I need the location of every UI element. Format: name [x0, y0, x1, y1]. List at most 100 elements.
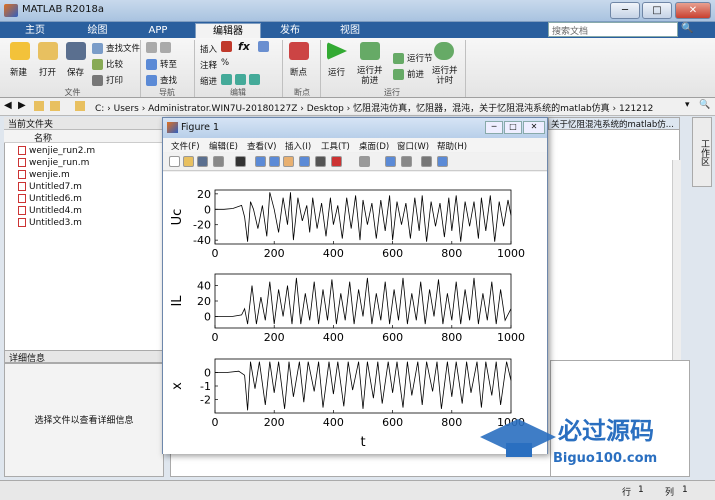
x-tick-label: 800: [441, 247, 462, 260]
figure-close-button[interactable]: ✕: [523, 121, 545, 134]
print-button[interactable]: 打印: [92, 74, 123, 86]
insert-section-icon[interactable]: [221, 41, 235, 52]
figure-menu-item[interactable]: 帮助(H): [437, 140, 467, 152]
zoom-in-icon[interactable]: [255, 156, 266, 167]
file-list-header[interactable]: 名称: [4, 130, 164, 144]
comment-button[interactable]: 注释: [200, 59, 217, 71]
up-folder-icon[interactable]: [34, 101, 44, 111]
back-arrow-icon[interactable]: ◀: [4, 100, 12, 111]
figure-maximize-button[interactable]: □: [504, 121, 522, 134]
save-figure-icon[interactable]: [197, 156, 208, 167]
figure-menu-item[interactable]: 编辑(E): [209, 140, 238, 152]
m-file-icon: [18, 194, 26, 203]
row-label: 行: [622, 488, 632, 498]
editor-tab[interactable]: 关于忆阻混沌系统的matlab仿...: [548, 117, 680, 130]
file-name: Untitled3.m: [29, 218, 82, 228]
breakpoints-button[interactable]: [289, 42, 312, 60]
zoom-out-icon[interactable]: [269, 156, 280, 167]
file-name: wenjie_run.m: [29, 158, 90, 168]
figure-menu-item[interactable]: 窗口(W): [397, 140, 429, 152]
run-section-button[interactable]: 运行节: [393, 52, 433, 64]
nav-back-button[interactable]: [146, 42, 174, 53]
biguo-watermark-logo: 必过源码 Biguo100.com: [480, 417, 657, 466]
col-value: 1: [682, 485, 688, 495]
comment-percent-icon[interactable]: %: [221, 58, 229, 68]
x-tick-label: 600: [382, 247, 403, 260]
file-list-item[interactable]: Untitled4.m: [18, 206, 82, 216]
address-bar[interactable]: ◀ ▶ C: › Users › Administrator.WIN7U-201…: [0, 98, 715, 116]
indent-button[interactable]: 缩进: [200, 75, 217, 87]
figure-menu-item[interactable]: 文件(F): [171, 140, 200, 152]
minimize-button[interactable]: ─: [610, 2, 640, 19]
file-list-item[interactable]: wenjie_run.m: [18, 158, 89, 168]
figure-menu-item[interactable]: 插入(I): [285, 140, 311, 152]
find-button[interactable]: 查找: [146, 74, 177, 86]
find-files-button[interactable]: 查找文件: [92, 42, 140, 54]
fx-button[interactable]: fx: [238, 40, 250, 53]
indent-icon[interactable]: [221, 74, 263, 85]
pointer-icon[interactable]: [235, 156, 246, 167]
current-path[interactable]: C: › Users › Administrator.WIN7U-2018012…: [95, 101, 653, 114]
workspace-collapsed-tab[interactable]: 工作区: [692, 117, 712, 187]
close-button[interactable]: ✕: [675, 2, 711, 19]
editor-scrollbar[interactable]: [672, 160, 681, 360]
open-file-icon[interactable]: [183, 156, 194, 167]
run-advance-button[interactable]: [360, 42, 383, 60]
tab-apps[interactable]: APP: [132, 23, 184, 38]
colorbar-icon[interactable]: [385, 156, 396, 167]
figure-menu-item[interactable]: 查看(V): [247, 140, 276, 152]
figure-minimize-button[interactable]: ─: [485, 121, 503, 134]
new-button[interactable]: [10, 42, 32, 60]
svg-text:Biguo100.com: Biguo100.com: [553, 451, 657, 466]
run-time-button[interactable]: [434, 42, 457, 60]
figure-title-bar[interactable]: Figure 1 ─ □ ✕: [163, 118, 547, 138]
compare-button[interactable]: 比较: [92, 58, 123, 70]
path-search-icon[interactable]: 🔍: [699, 100, 710, 110]
figure-menu-item[interactable]: 工具(T): [321, 140, 350, 152]
format-icon[interactable]: [258, 41, 272, 52]
file-list-item[interactable]: Untitled7.m: [18, 182, 82, 192]
file-list-item[interactable]: wenjie_run2.m: [18, 146, 95, 156]
advance-button[interactable]: 前进: [393, 68, 424, 80]
open-button[interactable]: [38, 42, 61, 60]
forward-arrow-icon[interactable]: ▶: [18, 100, 26, 111]
run-button[interactable]: [327, 42, 350, 60]
pan-icon[interactable]: [283, 156, 294, 167]
tab-view[interactable]: 视图: [325, 23, 375, 38]
printer-icon: [92, 75, 103, 86]
legend-icon[interactable]: [401, 156, 412, 167]
show-plot-tools-icon[interactable]: [437, 156, 448, 167]
file-name: wenjie_run2.m: [29, 146, 96, 156]
file-list-item[interactable]: wenjie.m: [18, 170, 70, 180]
insert-button[interactable]: 插入: [200, 43, 217, 55]
browse-folder-icon[interactable]: [50, 101, 60, 111]
new-figure-icon[interactable]: [169, 156, 180, 167]
tab-publish[interactable]: 发布: [265, 23, 315, 38]
x-tick-label: 0: [212, 247, 219, 260]
file-list-item[interactable]: Untitled6.m: [18, 194, 82, 204]
link-icon[interactable]: [359, 156, 370, 167]
y-tick-label: 40: [197, 280, 211, 293]
search-icon[interactable]: 🔍: [681, 23, 693, 34]
maximize-button[interactable]: □: [642, 2, 672, 19]
goto-arrow-icon: [146, 59, 157, 70]
file-list-item[interactable]: Untitled3.m: [18, 218, 82, 228]
goto-button[interactable]: 转至: [146, 58, 177, 70]
figure-menu-item[interactable]: 桌面(D): [359, 140, 389, 152]
brush-icon[interactable]: [331, 156, 342, 167]
search-documentation-input[interactable]: 搜索文档: [548, 22, 678, 37]
tab-editor[interactable]: 编辑器: [195, 23, 261, 38]
tab-plots[interactable]: 绘图: [70, 23, 125, 38]
figure-window[interactable]: Figure 1 ─ □ ✕ 文件(F) 编辑(E) 查看(V) 插入(I) 工具(T)…: [162, 117, 548, 454]
tab-home[interactable]: 主页: [10, 23, 60, 38]
folder-icon: [38, 42, 58, 60]
save-button[interactable]: [66, 42, 89, 60]
hide-plot-tools-icon[interactable]: [421, 156, 432, 167]
data-cursor-icon[interactable]: [315, 156, 326, 167]
m-file-icon: [18, 218, 26, 227]
path-dropdown-icon[interactable]: ▾: [685, 100, 690, 110]
save-label: 保存: [67, 68, 85, 78]
rotate-icon[interactable]: [299, 156, 310, 167]
print-figure-icon[interactable]: [213, 156, 224, 167]
name-column-header[interactable]: 名称: [34, 131, 52, 144]
